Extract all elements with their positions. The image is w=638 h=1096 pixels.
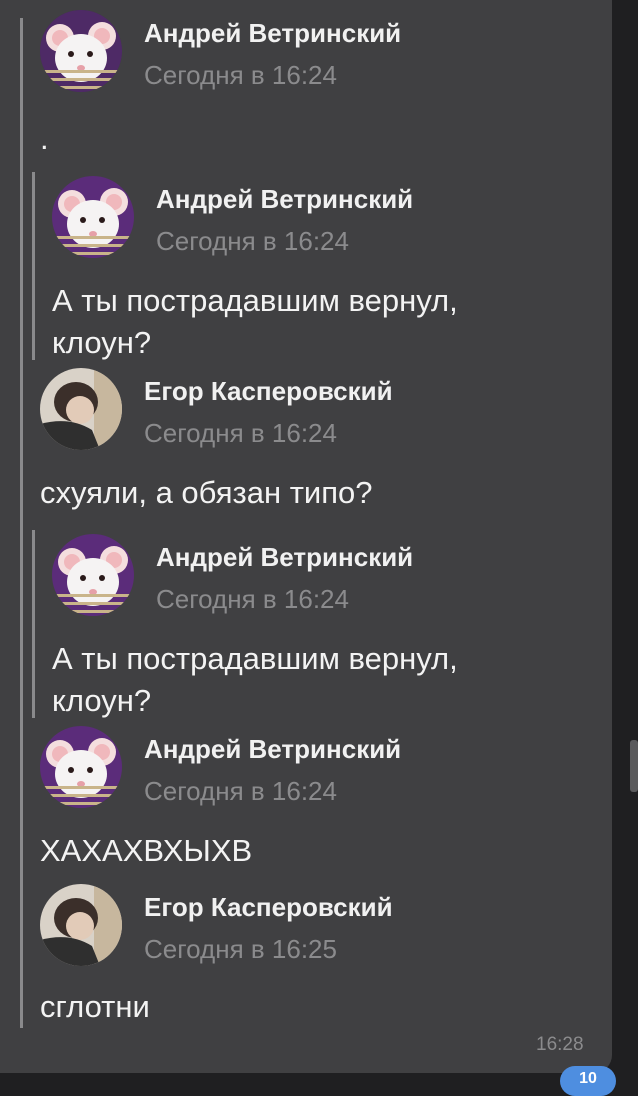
rat-avatar-icon[interactable] [40, 10, 122, 92]
sender-name[interactable]: Егор Касперовский [144, 892, 393, 923]
quoted-text-line: А ты пострадавшим вернул, [52, 283, 458, 318]
sender-name[interactable]: Андрей Ветринский [156, 542, 413, 573]
scrollbar[interactable] [630, 740, 638, 792]
quoted-text-line: клоун? [52, 683, 152, 718]
message-time: Сегодня в 16:24 [144, 418, 337, 448]
forward-thread-line [20, 18, 23, 1028]
unread-badge[interactable]: 10 [560, 1066, 616, 1096]
quoted-text-line: А ты пострадавшим вернул, [52, 641, 458, 676]
quoted-text-line: клоун? [52, 325, 152, 360]
rat-avatar-icon[interactable] [40, 726, 122, 808]
sender-name[interactable]: Андрей Ветринский [144, 18, 401, 49]
message-time: Сегодня в 16:24 [156, 226, 349, 256]
sender-name[interactable]: Егор Касперовский [144, 376, 393, 407]
quote-line [32, 530, 35, 718]
sender-name[interactable]: Андрей Ветринский [156, 184, 413, 215]
person-avatar-icon[interactable] [40, 884, 122, 966]
message-time: Сегодня в 16:25 [144, 934, 337, 964]
message-time: Сегодня в 16:24 [144, 776, 337, 806]
bubble-timestamp: 16:28 [536, 1034, 584, 1055]
quote-line [32, 172, 35, 360]
rat-avatar-icon[interactable] [52, 176, 134, 258]
message-time: Сегодня в 16:24 [156, 584, 349, 614]
person-avatar-icon[interactable] [40, 368, 122, 450]
rat-avatar-icon[interactable] [52, 534, 134, 616]
message-text: сглотни [40, 989, 150, 1024]
sender-name[interactable]: Андрей Ветринский [144, 734, 401, 765]
message-text: ХАХАХВХЫХВ [40, 833, 253, 868]
message-time: Сегодня в 16:24 [144, 60, 337, 90]
message-text: . [40, 121, 49, 156]
message-text: схуяли, а обязан типо? [40, 475, 373, 510]
